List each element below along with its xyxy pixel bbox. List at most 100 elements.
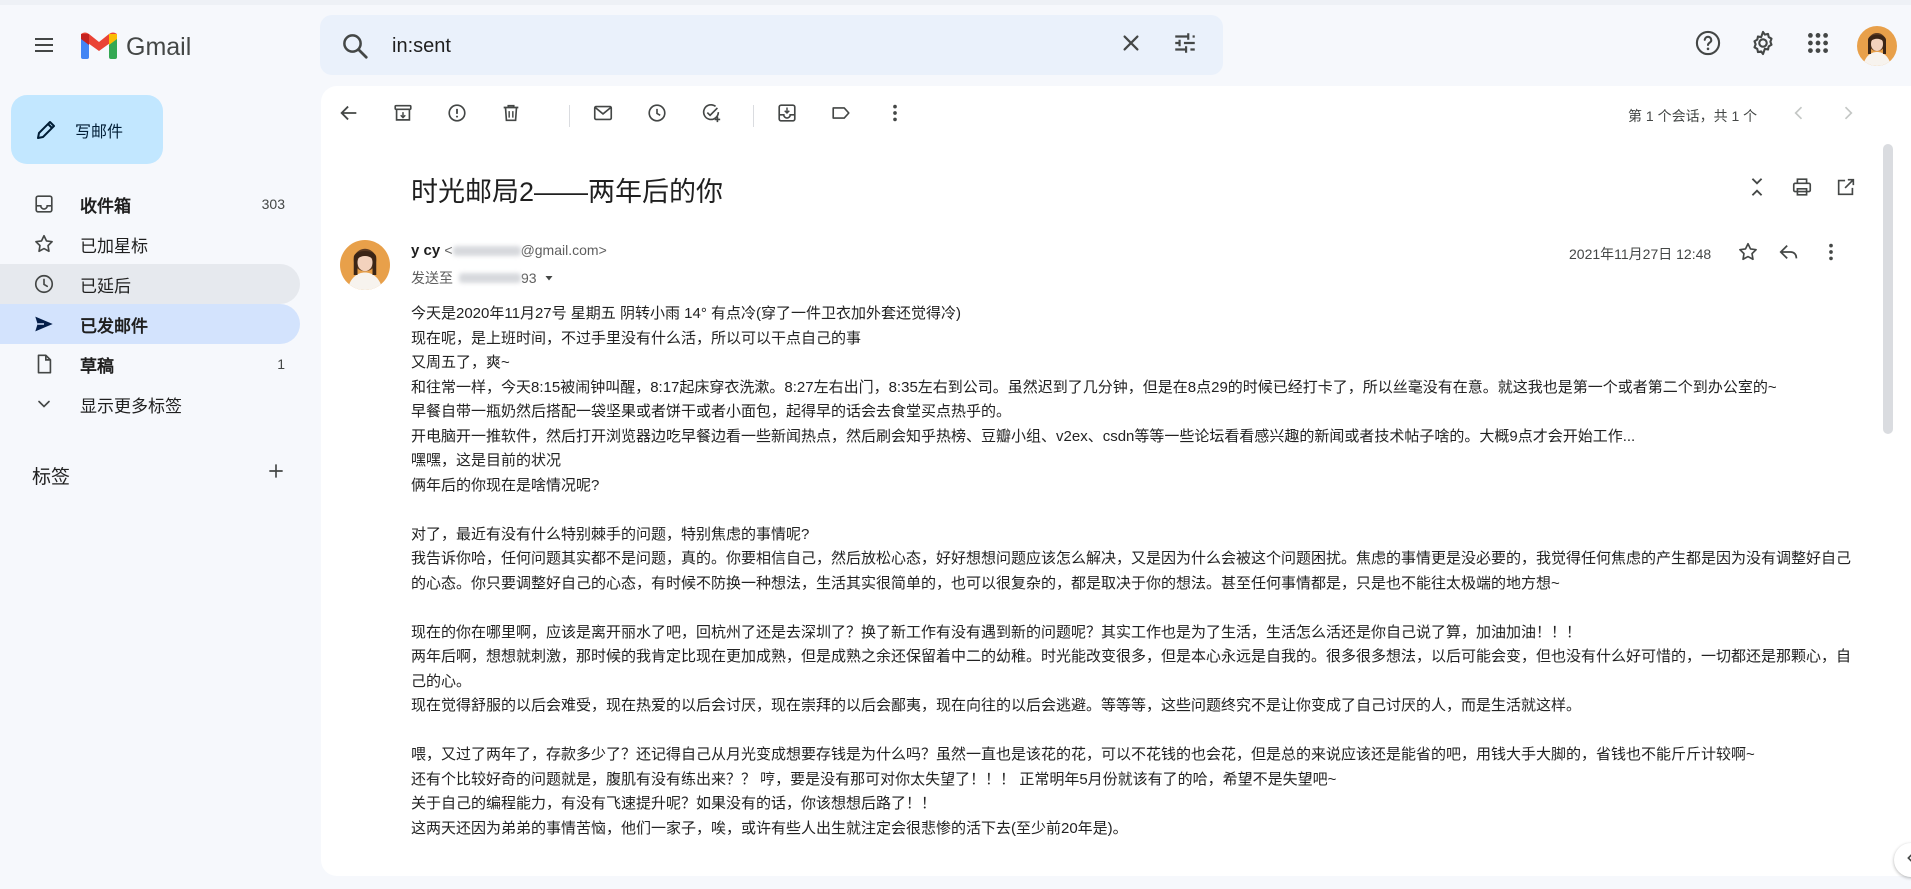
- chevron-left-icon: [1789, 103, 1809, 128]
- sidebar-item-more[interactable]: 显示更多标签: [0, 384, 300, 424]
- gmail-logo-icon: [80, 30, 118, 65]
- draft-count: 1: [277, 356, 285, 372]
- settings-button[interactable]: [1743, 25, 1783, 65]
- move-to-button[interactable]: [771, 99, 803, 131]
- close-icon: [1120, 32, 1142, 59]
- gmail-logo[interactable]: Gmail: [80, 29, 191, 65]
- star-message-button[interactable]: [1732, 238, 1764, 270]
- labels-button[interactable]: [825, 99, 857, 131]
- inbox-icon: [33, 193, 55, 215]
- body-line: [411, 498, 1861, 523]
- star-icon: [33, 233, 55, 255]
- print-all-button[interactable]: [1787, 174, 1817, 204]
- body-line: 两年后啊，想想就刺激，那时候的我肯定比现在更加成熟，但是成熟之余还保留着中二的幼…: [411, 648, 1852, 690]
- more-vert-icon: [1820, 241, 1842, 268]
- message-view: 第 1 个会话，共 1 个 时光邮局2——两年后的你 y cy < @gmail.…: [321, 86, 1911, 876]
- sidebar-item-inbox[interactable]: 收件箱 303: [0, 184, 300, 224]
- redacted-text: [452, 246, 521, 257]
- search-input[interactable]: [390, 27, 1094, 65]
- support-button[interactable]: [1688, 25, 1728, 65]
- top-header: Gmail: [0, 5, 1911, 85]
- redacted-text: [459, 273, 521, 283]
- search-icon[interactable]: [340, 31, 370, 61]
- chevron-down-icon: [33, 393, 55, 415]
- sender-email: < @gmail.com>: [444, 242, 607, 258]
- body-line: 今天是2020年11月27号 星期五 阴转小雨 14° 有点冷(穿了一件卫衣加外…: [411, 305, 961, 322]
- report-spam-button[interactable]: [441, 99, 473, 131]
- body-line: 现在的你在哪里啊，应该是离开丽水了吧，回杭州了还是去深圳了？换了新工作有没有遇到…: [411, 623, 1582, 641]
- search-options-button[interactable]: [1170, 30, 1200, 60]
- sidebar-item-label: 显示更多标签: [80, 396, 182, 416]
- back-button[interactable]: [333, 99, 365, 131]
- help-icon: [1694, 29, 1722, 62]
- older-button[interactable]: [1832, 99, 1864, 131]
- reply-button[interactable]: [1773, 238, 1805, 270]
- body-line: 现在觉得舒服的以后会难受，现在热爱的以后会讨厌，现在崇拜的以后会鄙夷，现在向往的…: [411, 697, 1582, 714]
- caret-down-icon[interactable]: [543, 272, 555, 284]
- move-to-icon: [776, 102, 798, 129]
- draft-icon: [33, 353, 55, 375]
- tune-icon: [1172, 30, 1198, 61]
- body-line: 又周五了，爽~: [411, 354, 510, 371]
- sidebar-item-label: 已发邮件: [80, 316, 148, 336]
- clock-icon: [33, 273, 55, 295]
- snooze-button[interactable]: [641, 99, 673, 131]
- add-task-icon: [700, 102, 722, 129]
- sidebar-item-label: 草稿: [80, 356, 114, 376]
- sidebar-item-starred[interactable]: 已加星标: [0, 224, 300, 264]
- compose-button[interactable]: 写邮件: [11, 95, 163, 164]
- sidebar-item-label: 已延后: [80, 276, 131, 296]
- body-line: 我告诉你哈，任何问题其实都不是问题，真的。你要相信自己，然后放松心态，好好想想问…: [411, 550, 1852, 592]
- sender-avatar[interactable]: [340, 240, 390, 290]
- sender-line: y cy < @gmail.com>: [411, 242, 607, 259]
- sidebar-item-drafts[interactable]: 草稿 1: [0, 344, 300, 384]
- reply-icon: [1778, 241, 1800, 268]
- archive-button[interactable]: [387, 99, 419, 131]
- labels-section: 标签: [32, 459, 292, 489]
- toolbar-divider: [753, 105, 754, 127]
- print-icon: [1791, 176, 1813, 203]
- open-new-window-button[interactable]: [1831, 174, 1861, 204]
- sidebar-item-sent[interactable]: 已发邮件: [0, 304, 300, 344]
- report-spam-icon: [446, 102, 468, 129]
- to-label: 发送至: [411, 270, 453, 286]
- sender-name[interactable]: y cy: [411, 242, 440, 259]
- gear-icon: [1749, 29, 1777, 62]
- email-subject: 时光邮局2——两年后的你: [411, 177, 724, 207]
- create-label-button[interactable]: [264, 461, 288, 485]
- menu-icon: [32, 33, 56, 62]
- more-actions-button[interactable]: [879, 99, 911, 131]
- snooze-icon: [646, 102, 668, 129]
- scrollbar-thumb[interactable]: [1883, 144, 1893, 434]
- more-vert-icon: [884, 102, 906, 129]
- unread-count: 303: [261, 196, 285, 212]
- add-to-tasks-button[interactable]: [695, 99, 727, 131]
- collapse-all-button[interactable]: [1742, 174, 1772, 204]
- toolbar-divider: [569, 105, 570, 127]
- mark-unread-icon: [592, 102, 614, 129]
- send-icon: [33, 313, 55, 335]
- body-line: 早餐自带一瓶奶然后搭配一袋坚果或者饼干或者小面包，起得早的话会去食堂买点热乎的。: [411, 403, 1012, 420]
- chevron-left-icon: [1903, 850, 1911, 871]
- clear-search-button[interactable]: [1116, 30, 1146, 60]
- delete-button[interactable]: [495, 99, 527, 131]
- body-line: 俩年后的你现在是啥情况呢?: [411, 476, 600, 494]
- main-menu-button[interactable]: [24, 27, 64, 67]
- google-apps-button[interactable]: [1798, 25, 1838, 65]
- account-avatar[interactable]: [1857, 26, 1897, 66]
- sidebar-item-snoozed[interactable]: 已延后: [0, 264, 300, 304]
- chevron-right-icon: [1838, 103, 1858, 128]
- body-line: 还有个比较好奇的问题就是，腹肌有没有练出来？？ 哼，要是没有那可对你太失望了！！…: [411, 770, 1337, 788]
- label-icon: [830, 102, 852, 129]
- delete-icon: [500, 102, 522, 129]
- body-line: 开电脑开一推软件，然后打开浏览器边吃早餐边看一些新闻热点，然后刷会知乎热榜、豆瓣…: [411, 427, 1636, 445]
- search-bar: [320, 15, 1223, 75]
- newer-button[interactable]: [1783, 99, 1815, 131]
- recipient-line[interactable]: 发送至 93: [411, 268, 555, 288]
- star-icon: [1737, 241, 1759, 268]
- mark-unread-button[interactable]: [587, 99, 619, 131]
- open-in-new-icon: [1835, 176, 1857, 203]
- body-line: 现在呢，是上班时间，不过手里没有什么活，所以可以干点自己的事: [411, 329, 862, 347]
- message-more-button[interactable]: [1815, 238, 1847, 270]
- sidebar-item-label: 已加星标: [80, 236, 148, 256]
